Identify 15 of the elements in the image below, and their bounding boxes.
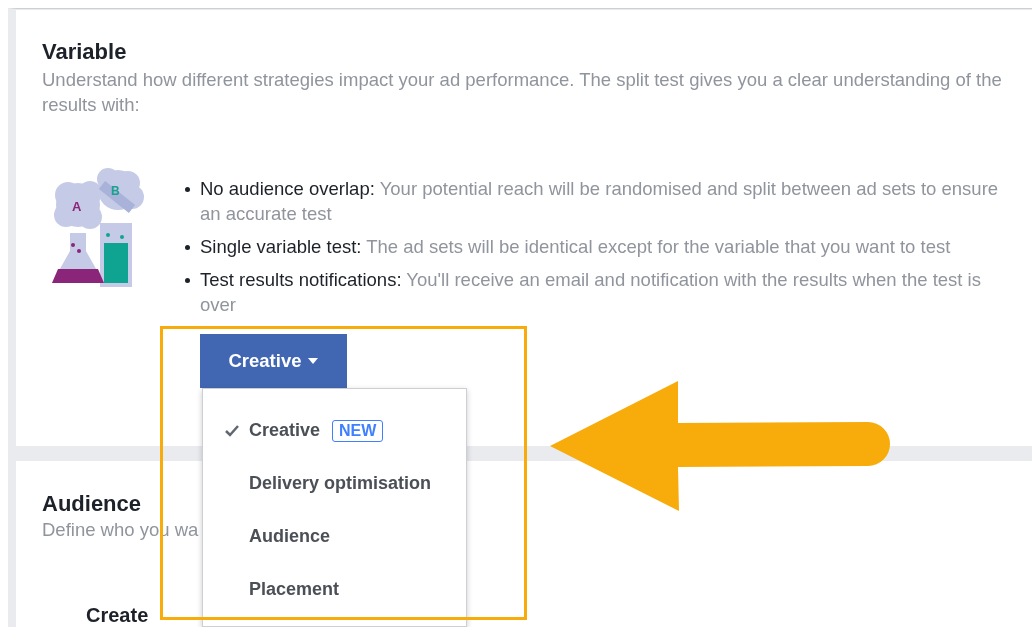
menu-item[interactable]: Delivery optimisation: [203, 457, 466, 510]
new-badge: NEW: [332, 419, 384, 442]
menu-item[interactable]: Creative NEW: [203, 404, 466, 457]
bullet-text: Test results notifications: You'll receive an email and notification with the results when the test is over: [200, 268, 982, 317]
flask-clouds-illustration: A B: [48, 165, 148, 290]
field-label: Create: [86, 604, 149, 627]
menu-item[interactable]: Placement: [203, 563, 466, 616]
section-title: Audience: [42, 491, 143, 517]
variable-dropdown[interactable]: Creative: [200, 334, 347, 388]
bullet-text: No audience overlap: Your potential reach will be randomised and split between ad sets to ensure an accurate test: [200, 177, 1000, 226]
bullet-text: Single variable test: The ad sets will be identical except for the variable that you want to test: [200, 235, 951, 259]
section-title: Variable: [42, 39, 128, 65]
menu-item[interactable]: Audience: [203, 510, 466, 563]
section-description: Understand how different strategies impact your ad performance. The split test gives you a clear understanding of the results with:: [42, 68, 1003, 117]
caret-icon: [306, 357, 319, 365]
